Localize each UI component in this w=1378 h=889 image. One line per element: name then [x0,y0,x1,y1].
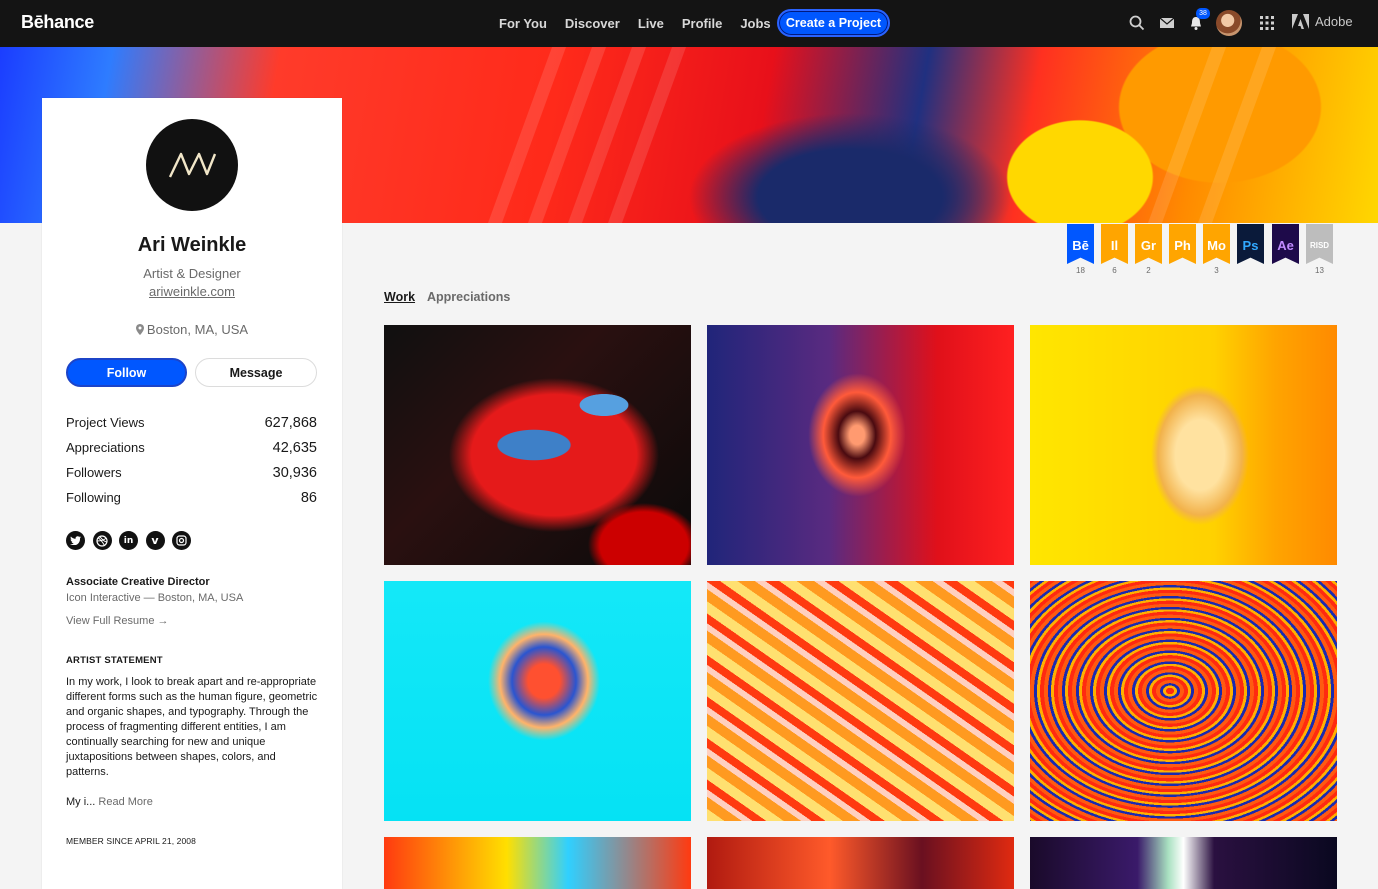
badge-photography[interactable]: Ph [1169,224,1196,264]
badge-behance[interactable]: Bē [1067,224,1094,264]
user-avatar[interactable] [1216,10,1242,36]
profile-stats: Project Views 627,868 Appreciations 42,6… [66,410,317,510]
resume-link-label: View Full Resume [66,615,155,627]
view-resume-link[interactable]: View Full Resume → [66,615,169,627]
message-button[interactable]: Message [195,358,317,387]
statement-heading: ARTIST STATEMENT [66,655,163,666]
project-thumbnail[interactable] [384,581,691,821]
dribbble-icon[interactable] [92,531,112,550]
twitter-icon[interactable] [66,531,85,550]
tab-work[interactable]: Work [384,290,415,304]
profile-card: Ari Weinkle Artist & Designer ariweinkle… [42,98,342,889]
badge-count: 3 [1214,266,1219,275]
mail-icon[interactable] [1158,14,1176,32]
profile-occupation: Artist & Designer [143,266,241,281]
project-thumbnail[interactable] [384,325,691,565]
project-thumbnail[interactable] [707,325,1014,565]
project-thumbnail[interactable] [707,581,1014,821]
nav-live[interactable]: Live [638,16,664,31]
adobe-label: Adobe [1315,14,1353,29]
arrow-right-icon: → [157,615,169,627]
stat-label: Followers [66,465,122,480]
search-icon[interactable] [1128,14,1146,32]
project-thumbnail[interactable] [1030,581,1337,821]
badge-photoshop[interactable]: Ps [1237,224,1264,264]
badge-illustration[interactable]: Il [1101,224,1128,264]
stat-row[interactable]: Appreciations 42,635 [66,435,317,460]
badge-count: 6 [1112,266,1117,275]
project-thumbnail[interactable] [384,837,691,889]
profile-website-link[interactable]: ariweinkle.com [42,284,342,299]
stat-value: 627,868 [264,414,317,431]
badge-count: 18 [1076,266,1085,275]
statement-truncated: My i... [66,796,96,808]
badge-after-effects[interactable]: Ae [1272,224,1299,264]
project-thumbnail[interactable] [1030,325,1337,565]
profile-name: Ari Weinkle [137,234,247,256]
read-more-link[interactable]: Read More [98,796,152,808]
badge-count: 13 [1315,266,1324,275]
stat-row[interactable]: Followers 30,936 [66,460,317,485]
nav-for-you[interactable]: For You [499,16,547,31]
job-title: Associate Creative Director [66,576,210,588]
badge-count: 2 [1146,266,1151,275]
stat-row[interactable]: Following 86 [66,485,317,510]
main-nav: For You Discover Live Profile Jobs [490,0,780,47]
adobe-logo-icon [1292,14,1309,29]
follow-button[interactable]: Follow [66,358,187,387]
stat-value: 42,635 [272,439,317,456]
apps-grid-icon[interactable] [1258,14,1276,32]
stat-label: Project Views [66,415,145,430]
profile-location: Boston, MA, USA [42,322,342,337]
notification-badge: 38 [1196,8,1210,19]
vimeo-icon[interactable]: v [145,531,165,550]
instagram-icon[interactable] [172,531,191,550]
stat-label: Appreciations [66,440,145,455]
stat-row: Project Views 627,868 [66,410,317,435]
stat-label: Following [66,490,121,505]
badge-graphic-design[interactable]: Gr [1135,224,1162,264]
create-project-button[interactable]: Create a Project [777,9,890,37]
nav-jobs[interactable]: Jobs [740,16,770,31]
stat-value: 30,936 [272,464,317,481]
location-pin-icon [135,324,144,335]
linkedin-icon[interactable]: in [119,531,138,550]
project-thumbnail[interactable] [707,837,1014,889]
badge-motion[interactable]: Mo [1203,224,1230,264]
statement-more: My i... Read More [66,796,153,808]
aw-monogram-logo [168,152,217,178]
member-since: MEMBER SINCE APRIL 21, 2008 [66,836,196,846]
adobe-link[interactable]: Adobe [1292,14,1353,29]
tab-appreciations[interactable]: Appreciations [427,290,510,304]
badge-risd[interactable]: RISD [1306,224,1333,264]
location-text: Boston, MA, USA [146,322,249,337]
profile-avatar[interactable] [146,119,238,211]
statement-text: In my work, I look to break apart and re… [66,676,318,778]
job-company: Icon Interactive — Boston, MA, USA [66,592,244,604]
project-thumbnail[interactable] [1030,837,1337,889]
nav-discover[interactable]: Discover [565,16,620,31]
behance-logo[interactable]: Bēhance [21,12,94,33]
nav-profile[interactable]: Profile [682,16,722,31]
social-links: in v [66,531,199,550]
top-navigation-bar: Bēhance For You Discover Live Profile Jo… [0,0,1378,47]
stat-value: 86 [300,489,317,506]
